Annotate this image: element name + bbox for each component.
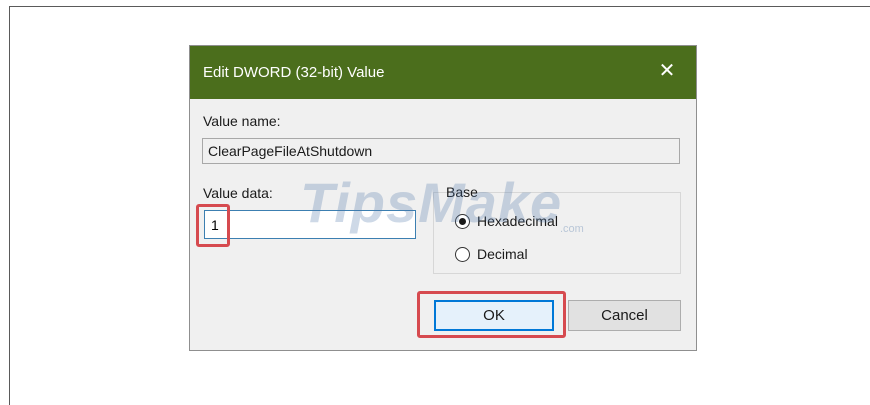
decimal-label[interactable]: Decimal — [477, 246, 528, 262]
value-data-input[interactable] — [204, 210, 416, 239]
base-label: Base — [446, 184, 478, 200]
value-data-label: Value data: — [203, 185, 273, 201]
hexadecimal-label[interactable]: Hexadecimal — [477, 213, 558, 229]
value-name-label: Value name: — [203, 113, 281, 129]
value-name-field: ClearPageFileAtShutdown — [202, 138, 680, 164]
base-group — [433, 192, 681, 274]
ok-button[interactable]: OK — [434, 300, 554, 331]
dialog-titlebar: Edit DWORD (32-bit) Value ✕ — [190, 46, 696, 99]
hexadecimal-radio[interactable] — [455, 214, 470, 229]
radio-selected-dot — [459, 218, 466, 225]
decimal-radio[interactable] — [455, 247, 470, 262]
dialog-title: Edit DWORD (32-bit) Value — [203, 64, 385, 81]
cancel-button[interactable]: Cancel — [568, 300, 681, 331]
edit-dword-dialog: Edit DWORD (32-bit) Value ✕ Value name: … — [189, 45, 697, 351]
close-icon[interactable]: ✕ — [652, 56, 682, 86]
